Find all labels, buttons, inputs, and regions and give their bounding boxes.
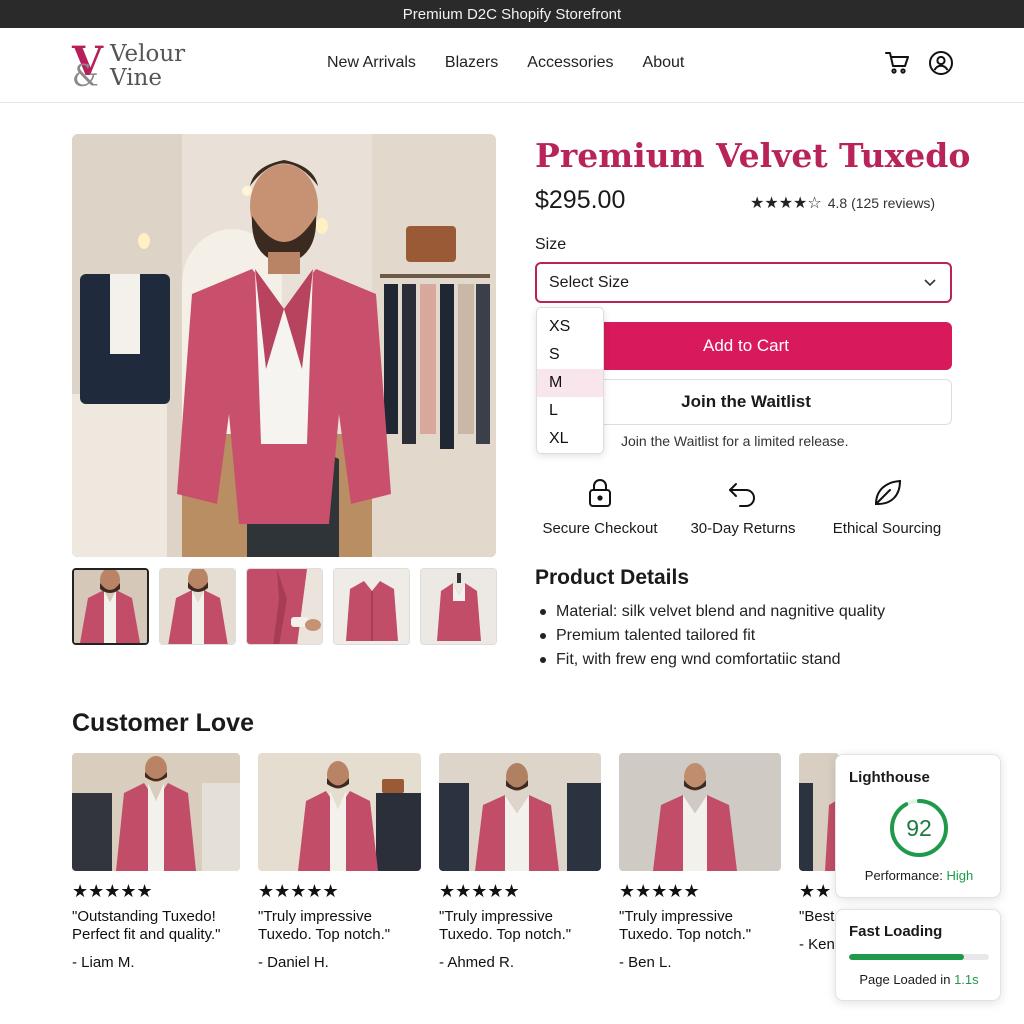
feature-label: Secure Checkout [542, 520, 658, 537]
load-progress-bar [849, 954, 989, 960]
product-price: $295.00 [535, 186, 626, 214]
review-card[interactable]: ★★★★★ "Truly impressive Tuxedo. Top notc… [258, 753, 421, 971]
review-stars: ★★★★★ [439, 881, 520, 901]
return-arrow-icon [726, 476, 760, 510]
feature-ethical-sourcing: Ethical Sourcing [817, 476, 957, 537]
review-author: - Daniel H. [258, 954, 329, 971]
size-option-s[interactable]: S [537, 341, 603, 369]
size-option-l[interactable]: L [537, 397, 603, 425]
lock-icon [583, 476, 617, 510]
rating-text: 4.8 (125 reviews) [827, 195, 936, 211]
fast-loading-title: Fast Loading [849, 923, 943, 940]
review-photo [619, 753, 781, 871]
logo-wordmark: Velour Vine [110, 42, 185, 90]
waitlist-note: Join the Waitlist for a limited release. [621, 433, 849, 449]
nav-blazers[interactable]: Blazers [445, 54, 498, 72]
review-quote: "Best prefe [799, 908, 839, 925]
lighthouse-title: Lighthouse [849, 769, 930, 786]
review-author: - Ken [799, 936, 835, 953]
lighthouse-score-ring: 92 [890, 799, 948, 857]
customer-love-title: Customer Love [72, 709, 254, 737]
review-author: - Liam M. [72, 954, 135, 971]
review-quote: "Truly impressive Tuxedo. Top notch." [258, 908, 391, 943]
feature-returns: 30-Day Returns [673, 476, 813, 537]
review-quote: "Outstanding Tuxedo! Perfect fit and qua… [72, 908, 221, 943]
feature-label: Ethical Sourcing [832, 520, 942, 537]
list-item: Material: silk velvet blend and nagnitiv… [540, 602, 885, 626]
logo-ampersand: & [72, 59, 99, 94]
review-quote: "Truly impressive Tuxedo. Top notch." [619, 908, 752, 943]
review-card[interactable]: ★★★★★ "Truly impressive Tuxedo. Top notc… [619, 753, 781, 971]
window-title: Premium D2C Shopify Storefront [402, 5, 622, 23]
size-select-value: Select Size [549, 273, 630, 291]
list-item: Fit, with frew eng wnd comfortatiic stan… [540, 650, 885, 674]
thumbnail-4[interactable] [333, 568, 410, 645]
account-icon[interactable] [928, 50, 954, 76]
nav-accessories[interactable]: Accessories [527, 54, 613, 72]
review-photo [439, 753, 601, 871]
product-rating[interactable]: ★★★★☆ 4.8 (125 reviews) [750, 193, 935, 213]
product-main-image[interactable] [72, 134, 496, 557]
review-photo [72, 753, 240, 871]
logo-line2: Vine [110, 65, 162, 91]
review-stars: ★★★★★ [619, 881, 700, 901]
logo-line1: Velour [110, 41, 186, 67]
product-details-list: Material: silk velvet blend and nagnitiv… [540, 602, 885, 674]
size-option-m[interactable]: M [537, 369, 603, 397]
window-title-bar: Premium D2C Shopify Storefront [0, 0, 1024, 28]
review-photo [799, 753, 839, 871]
feature-secure-checkout: Secure Checkout [530, 476, 670, 537]
review-author: - Ben L. [619, 954, 672, 971]
performance-label: Performance: High [864, 868, 974, 883]
rating-stars: ★★★★☆ [750, 195, 822, 212]
load-progress-fill [849, 954, 964, 960]
chevron-down-icon [922, 274, 938, 290]
product-title: Premium Velvet Tuxedo [535, 136, 971, 175]
page-loaded-value: 1.1s [954, 972, 979, 987]
size-option-xs[interactable]: XS [537, 313, 603, 341]
thumbnail-5[interactable] [420, 568, 497, 645]
review-photo [258, 753, 421, 871]
leaf-icon [870, 476, 904, 510]
page-loaded-label: Page Loaded in 1.1s [859, 972, 979, 987]
review-card[interactable]: ★★ "Best prefe - Ken [799, 753, 839, 953]
size-select[interactable]: Select Size [535, 262, 952, 303]
review-quote: "Truly impressive Tuxedo. Top notch." [439, 908, 572, 943]
size-option-xl[interactable]: XL [537, 425, 603, 453]
nav-new-arrivals[interactable]: New Arrivals [327, 54, 416, 72]
review-author: - Ahmed R. [439, 954, 515, 971]
nav-about[interactable]: About [643, 54, 685, 72]
thumbnail-3[interactable] [246, 568, 323, 645]
main-nav: New Arrivals Blazers Accessories About [327, 54, 713, 72]
review-stars: ★★ [799, 881, 832, 901]
brand-logo[interactable]: V & Velour Vine [72, 40, 202, 92]
size-dropdown: XS S M L XL [536, 307, 604, 454]
thumbnail-2[interactable] [159, 568, 236, 645]
review-stars: ★★★★★ [258, 881, 339, 901]
thumbnail-strip [72, 568, 497, 645]
review-card[interactable]: ★★★★★ "Outstanding Tuxedo! Perfect fit a… [72, 753, 240, 971]
feature-label: 30-Day Returns [690, 520, 796, 537]
feature-badges: Secure Checkout 30-Day Returns Ethical S… [535, 476, 952, 546]
site-header: V & Velour Vine New Arrivals Blazers Acc… [0, 28, 1024, 103]
thumbnail-1[interactable] [72, 568, 149, 645]
review-card[interactable]: ★★★★★ "Truly impressive Tuxedo. Top notc… [439, 753, 601, 971]
lighthouse-score: 92 [906, 815, 932, 841]
cart-icon[interactable] [884, 50, 910, 76]
product-details-title: Product Details [535, 566, 690, 589]
lighthouse-card: Lighthouse 92 Performance: High [835, 754, 1001, 898]
fast-loading-card: Fast Loading Page Loaded in 1.1s [835, 909, 1001, 1001]
list-item: Premium talented tailored fit [540, 626, 885, 650]
review-stars: ★★★★★ [72, 881, 153, 901]
size-label: Size [535, 236, 567, 253]
header-actions [884, 50, 954, 76]
performance-value: High [946, 868, 974, 883]
